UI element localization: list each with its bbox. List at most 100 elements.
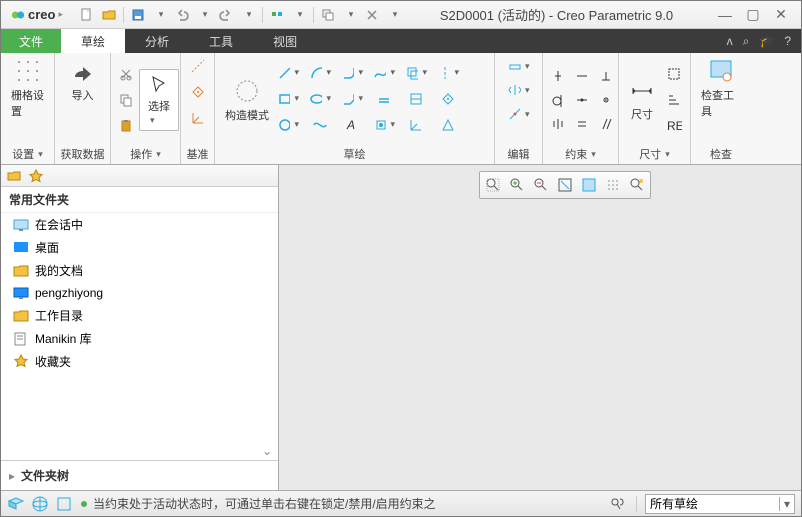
- line-tool[interactable]: [277, 62, 299, 84]
- baseline-dim[interactable]: [663, 89, 685, 111]
- svg-text:A: A: [346, 118, 355, 132]
- mirror-tool[interactable]: [508, 79, 530, 101]
- maximize-button[interactable]: ▢: [745, 7, 761, 23]
- learn-icon[interactable]: 🎓: [759, 34, 774, 48]
- coincident-constraint[interactable]: [595, 89, 617, 111]
- inspect-button[interactable]: 检查工具: [695, 55, 747, 121]
- sketch-view-button[interactable]: [578, 174, 600, 196]
- tangent-constraint[interactable]: [547, 89, 569, 111]
- text-tool[interactable]: A: [341, 114, 363, 136]
- zoom-out-button[interactable]: [530, 174, 552, 196]
- group-label-dim[interactable]: 尺寸: [623, 144, 686, 164]
- folder-documents[interactable]: 我的文档: [1, 259, 278, 282]
- redo-dropdown[interactable]: [238, 5, 258, 25]
- grid-settings-button[interactable]: 栅格设置: [5, 55, 50, 121]
- circle-tool[interactable]: [277, 114, 299, 136]
- folder-user[interactable]: pengzhiyong: [1, 282, 278, 304]
- refit-button[interactable]: [554, 174, 576, 196]
- close-window-button[interactable]: [362, 5, 382, 25]
- point-tool[interactable]: [437, 88, 459, 110]
- folder-in-session[interactable]: 在会话中: [1, 213, 278, 236]
- file-menu[interactable]: 文件: [1, 29, 61, 53]
- folder-favorites[interactable]: 收藏夹: [1, 350, 278, 373]
- dimension-button[interactable]: 尺寸: [623, 76, 661, 124]
- palette-shapes-tool[interactable]: [437, 114, 459, 136]
- display-grid-button[interactable]: [602, 174, 624, 196]
- sidebar-tab-favorites[interactable]: [27, 167, 45, 185]
- find-button[interactable]: [608, 494, 628, 514]
- tab-analysis[interactable]: 分析: [125, 29, 189, 53]
- regenerate-button[interactable]: [267, 5, 287, 25]
- perpendicular-constraint[interactable]: [595, 65, 617, 87]
- midpoint-constraint[interactable]: [571, 89, 593, 111]
- equal-constraint[interactable]: [571, 113, 593, 135]
- undo-dropdown[interactable]: [194, 5, 214, 25]
- perimeter-dim[interactable]: [663, 63, 685, 85]
- datum-point-button[interactable]: [187, 81, 209, 103]
- copy-button[interactable]: [115, 89, 137, 111]
- filter-combo[interactable]: 所有草绘 ▾: [645, 494, 795, 514]
- zoom-fit-button[interactable]: [482, 174, 504, 196]
- import-button[interactable]: 导入: [63, 55, 103, 105]
- project-tool[interactable]: [405, 88, 427, 110]
- palette-tool[interactable]: [373, 114, 395, 136]
- symmetric-constraint[interactable]: [547, 113, 569, 135]
- divide-tool[interactable]: [508, 103, 530, 125]
- folder-working[interactable]: 工作目录: [1, 304, 278, 327]
- folder-manikin[interactable]: Manikin 库: [1, 327, 278, 350]
- centerline-tool[interactable]: [437, 62, 459, 84]
- group-label-settings[interactable]: 设置: [5, 144, 50, 164]
- datum-coord-button[interactable]: [187, 107, 209, 129]
- select-button[interactable]: 选择: [139, 69, 179, 131]
- rectangle-tool[interactable]: [277, 88, 299, 110]
- undo-button[interactable]: [172, 5, 192, 25]
- qat-customize[interactable]: [384, 5, 404, 25]
- redo-button[interactable]: [216, 5, 236, 25]
- help-icon[interactable]: ?: [784, 34, 791, 48]
- vertical-constraint[interactable]: [547, 65, 569, 87]
- sidebar-expander[interactable]: ⌄: [1, 442, 278, 460]
- ref-dim[interactable]: REF: [663, 115, 685, 137]
- tab-tools[interactable]: 工具: [189, 29, 253, 53]
- modify-tool[interactable]: [508, 55, 530, 77]
- tab-view[interactable]: 视图: [253, 29, 317, 53]
- save-dropdown[interactable]: [150, 5, 170, 25]
- sidebar-footer[interactable]: ▸ 文件夹树: [1, 460, 278, 490]
- arc-tool[interactable]: [309, 62, 331, 84]
- datum-centerline-button[interactable]: [187, 55, 209, 77]
- close-button[interactable]: ✕: [773, 7, 789, 23]
- folder-desktop[interactable]: 桌面: [1, 236, 278, 259]
- viewport[interactable]: [279, 165, 801, 490]
- zoom-in-button[interactable]: [506, 174, 528, 196]
- group-label-constraint[interactable]: 约束: [547, 144, 614, 164]
- status-select-icon[interactable]: [55, 495, 73, 513]
- cut-button[interactable]: [115, 63, 137, 85]
- save-button[interactable]: [128, 5, 148, 25]
- construction-mode-button[interactable]: 构造模式: [219, 75, 275, 125]
- thicken-tool[interactable]: [373, 88, 395, 110]
- fillet-tool[interactable]: [341, 62, 363, 84]
- regenerate-dropdown[interactable]: [289, 5, 309, 25]
- windows-button[interactable]: [318, 5, 338, 25]
- status-web-icon[interactable]: [31, 495, 49, 513]
- tab-sketch[interactable]: 草绘: [61, 29, 125, 53]
- ellipse-tool[interactable]: [309, 88, 331, 110]
- chamfer-tool[interactable]: [341, 88, 363, 110]
- horizontal-constraint[interactable]: [571, 65, 593, 87]
- status-plane-icon[interactable]: [7, 495, 25, 513]
- open-file-button[interactable]: [99, 5, 119, 25]
- search-icon[interactable]: ⌕: [743, 34, 750, 49]
- offset-tool[interactable]: [405, 62, 427, 84]
- new-file-button[interactable]: [77, 5, 97, 25]
- group-label-operate[interactable]: 操作: [115, 144, 176, 164]
- minimize-button[interactable]: —: [717, 7, 733, 23]
- windows-dropdown[interactable]: [340, 5, 360, 25]
- sketcher-display-button[interactable]: [626, 174, 648, 196]
- collapse-ribbon-icon[interactable]: ʌ: [727, 34, 733, 48]
- parallel-constraint[interactable]: [595, 113, 617, 135]
- coord-sketch-tool[interactable]: [405, 114, 427, 136]
- sidebar-tab-folders[interactable]: [5, 167, 23, 185]
- spline-tool[interactable]: [373, 62, 395, 84]
- spline2-tool[interactable]: [309, 114, 331, 136]
- paste-button[interactable]: [115, 115, 137, 137]
